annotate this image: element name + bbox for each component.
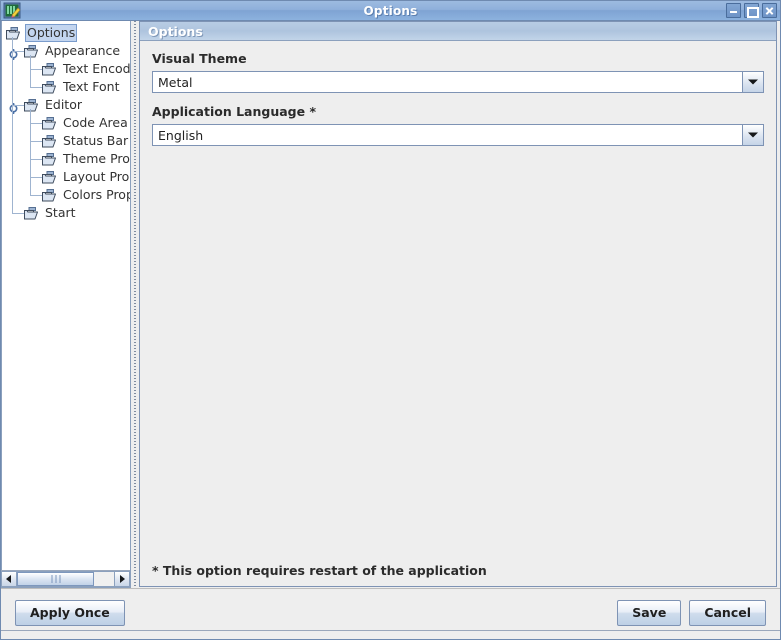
tree-connector-line bbox=[12, 105, 24, 106]
folder-icon bbox=[42, 152, 58, 166]
tree-item-text-encoding[interactable]: Text Encoding bbox=[2, 60, 130, 78]
restart-footnote: * This option requires restart of the ap… bbox=[152, 563, 487, 578]
tree-connector-line bbox=[30, 69, 42, 70]
app-icon bbox=[3, 2, 21, 19]
window-title: Options bbox=[363, 3, 418, 18]
tree-horizontal-scrollbar[interactable] bbox=[1, 570, 130, 587]
tree-item-label: Text Font bbox=[63, 79, 120, 94]
tree-scroll-area: OptionsAppearance Text Encoding Text Font E… bbox=[1, 21, 130, 570]
tree-item-status-bar[interactable]: Status Bar bbox=[2, 132, 130, 150]
options-window: Options OptionsAppearanceText EncodingTe… bbox=[0, 0, 781, 640]
chevron-down-icon[interactable] bbox=[742, 72, 763, 92]
application-language-value: English bbox=[158, 127, 204, 143]
cancel-button[interactable]: Cancel bbox=[689, 599, 766, 626]
close-button[interactable] bbox=[762, 3, 777, 18]
folder-icon bbox=[42, 134, 58, 148]
tree-connector-line bbox=[30, 55, 31, 87]
options-tree-pane: OptionsAppearance Text Encoding Text Font E… bbox=[1, 21, 131, 588]
options-tree: OptionsAppearance Text Encoding Text Font E… bbox=[2, 21, 130, 222]
main-split-pane: OptionsAppearanceText EncodingText FontE… bbox=[1, 21, 780, 588]
tree-connector-line bbox=[12, 37, 13, 213]
scroll-right-icon[interactable] bbox=[114, 571, 130, 587]
tree-connector-line bbox=[30, 87, 42, 88]
visual-theme-label: Visual Theme bbox=[152, 51, 247, 66]
tree-item-code-area[interactable]: Code Area bbox=[2, 114, 130, 132]
tree-item-theme-properties[interactable]: Theme Properties bbox=[2, 150, 130, 168]
tree-item-label: Status Bar bbox=[63, 133, 129, 148]
tree-item-label: Code Area bbox=[63, 115, 128, 130]
tree-connector-line bbox=[30, 195, 42, 196]
tree-item-label: Colors Properties bbox=[63, 187, 130, 202]
folder-icon bbox=[42, 80, 58, 94]
tree-item-label: Options bbox=[25, 24, 78, 42]
folder-icon bbox=[24, 206, 40, 220]
pane-header-title: Options bbox=[148, 23, 203, 39]
minimize-button[interactable] bbox=[726, 3, 741, 18]
pane-body: Visual Theme Metal Application Language … bbox=[140, 41, 776, 586]
tree-connector-line bbox=[30, 109, 31, 195]
tree-item-label: Editor bbox=[45, 97, 82, 112]
options-detail-pane: Options Visual Theme Metal Application L… bbox=[139, 21, 777, 587]
folder-icon bbox=[42, 170, 58, 184]
folder-icon bbox=[42, 116, 58, 130]
tree-connector-line bbox=[12, 51, 24, 52]
tree-item-text-font[interactable]: Text Font bbox=[2, 78, 130, 96]
tree-item-label: Text Encoding bbox=[63, 61, 130, 76]
folder-icon bbox=[42, 188, 58, 202]
window-bottom-strip bbox=[1, 630, 780, 636]
folder-icon bbox=[24, 98, 40, 112]
apply-once-button[interactable]: Apply Once bbox=[15, 599, 125, 626]
tree-connector-line bbox=[30, 177, 42, 178]
tree-connector-line bbox=[30, 159, 42, 160]
visual-theme-value: Metal bbox=[158, 74, 193, 90]
tree-item-label: Theme Properties bbox=[63, 151, 130, 166]
folder-icon bbox=[24, 44, 40, 58]
window-controls bbox=[726, 3, 777, 18]
scrollbar-track[interactable] bbox=[17, 571, 114, 587]
folder-icon bbox=[42, 62, 58, 76]
application-language-label: Application Language * bbox=[152, 104, 316, 119]
application-language-combo[interactable]: English bbox=[152, 124, 764, 146]
tree-item-label: Appearance bbox=[45, 43, 121, 58]
folder-icon bbox=[6, 26, 22, 40]
tree-item-options[interactable]: Options bbox=[2, 24, 130, 42]
split-divider[interactable] bbox=[131, 21, 139, 588]
pane-header: Options bbox=[140, 22, 776, 41]
visual-theme-combo[interactable]: Metal bbox=[152, 71, 764, 93]
save-button[interactable]: Save bbox=[617, 599, 682, 626]
scroll-left-icon[interactable] bbox=[1, 571, 17, 587]
chevron-down-icon[interactable] bbox=[742, 125, 763, 145]
tree-connector-line bbox=[12, 213, 24, 214]
dialog-button-bar: Apply Once Save Cancel bbox=[1, 588, 780, 636]
tree-item-colors-properties[interactable]: Colors Properties bbox=[2, 186, 130, 204]
maximize-button[interactable] bbox=[744, 3, 759, 18]
scrollbar-thumb[interactable] bbox=[17, 572, 94, 586]
tree-connector-line bbox=[30, 141, 42, 142]
tree-item-label: Start bbox=[45, 205, 76, 220]
tree-item-label: Layout Properties bbox=[63, 169, 130, 184]
tree-connector-line bbox=[30, 123, 42, 124]
tree-item-layout-properties[interactable]: Layout Properties bbox=[2, 168, 130, 186]
window-titlebar: Options bbox=[1, 1, 780, 21]
